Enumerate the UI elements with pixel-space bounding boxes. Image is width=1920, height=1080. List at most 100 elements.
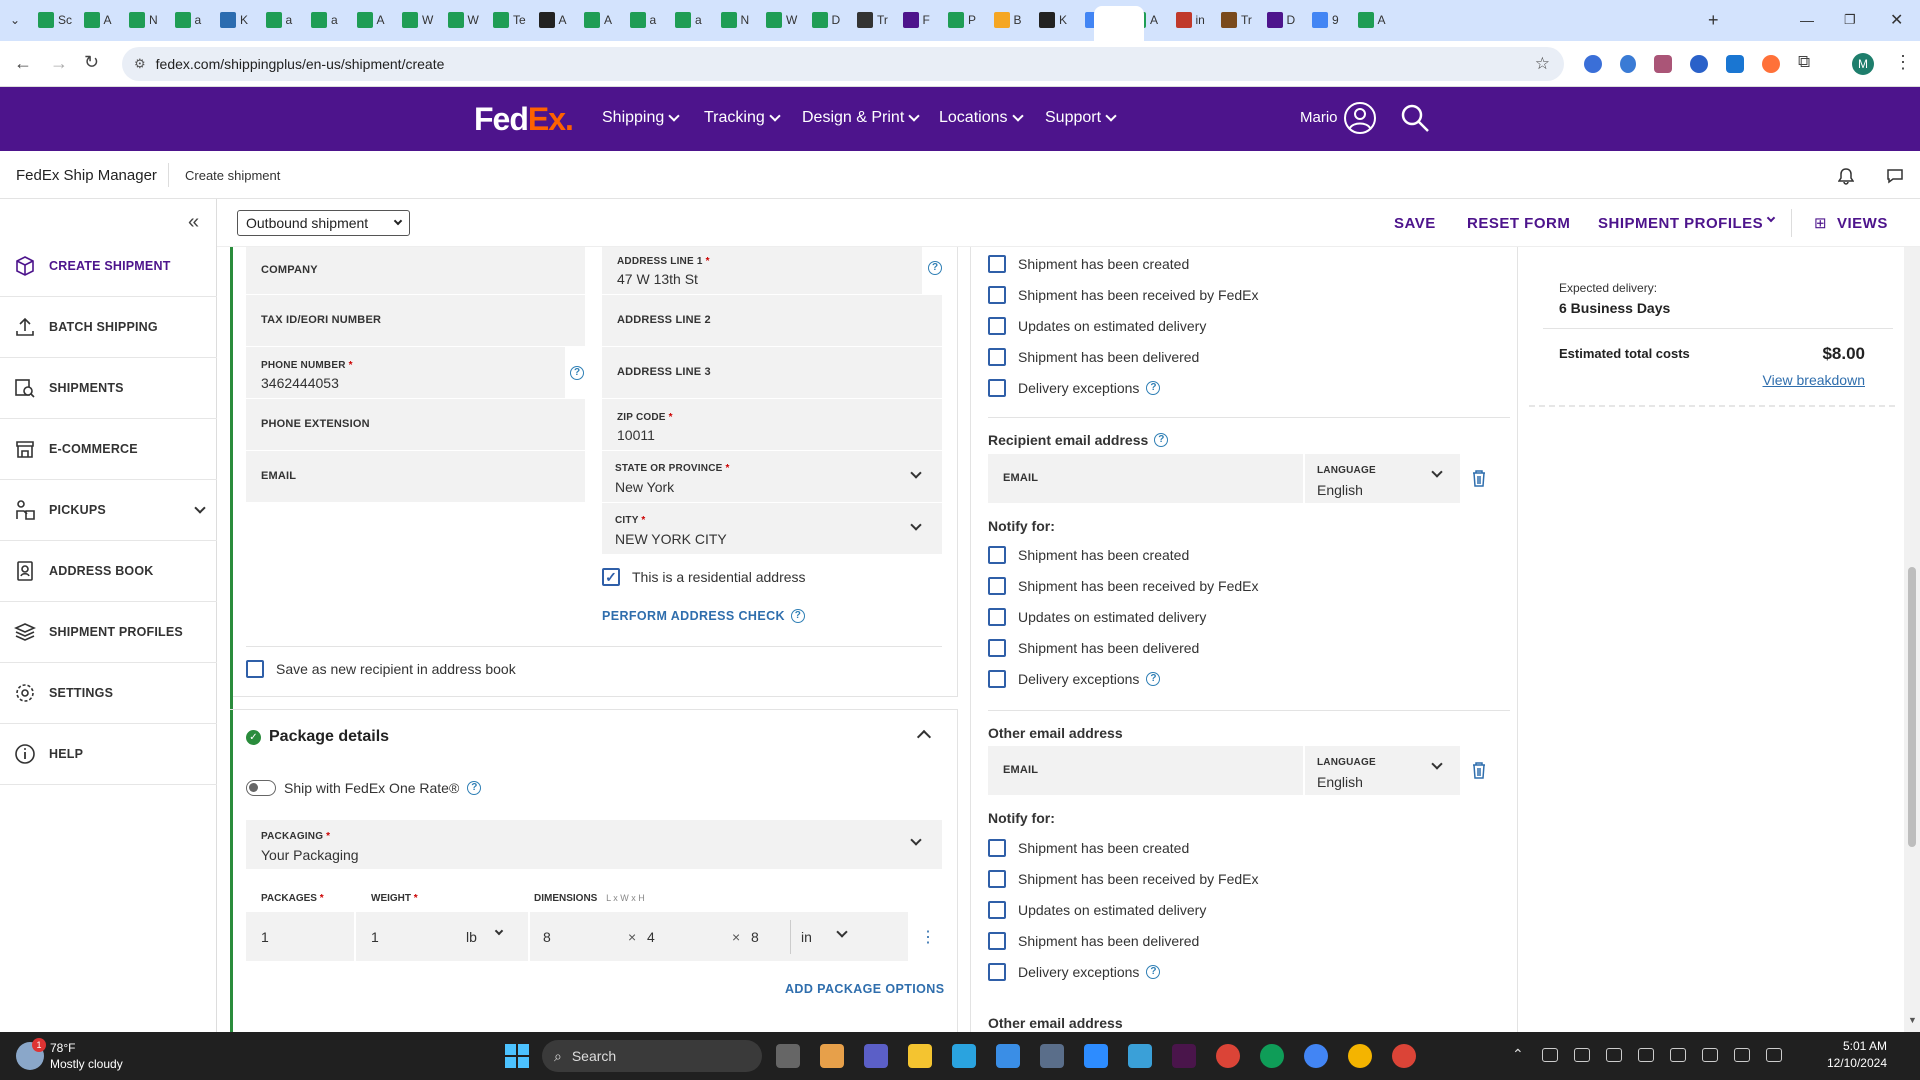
notify-checkbox-row[interactable]: Shipment has been delivered [988, 348, 1199, 366]
zoom-icon[interactable] [1084, 1044, 1108, 1068]
collapse-sidebar-icon[interactable]: « [188, 211, 199, 234]
help-icon[interactable]: ? [467, 781, 482, 795]
phone-number-field[interactable]: PHONE NUMBER * 3462444053 [246, 347, 565, 399]
notify-checkbox-row[interactable]: Updates on estimated delivery [988, 608, 1206, 626]
notify-checkbox-row[interactable]: Shipment has been created [988, 839, 1189, 857]
checkbox[interactable] [988, 839, 1006, 857]
browser-tab[interactable]: A [584, 8, 612, 32]
chat-icon[interactable] [1886, 168, 1904, 184]
browser-tab[interactable]: Tr [1221, 8, 1252, 32]
checkbox[interactable] [988, 379, 1006, 397]
calculator-icon[interactable] [1040, 1044, 1064, 1068]
battery-icon[interactable] [1766, 1048, 1782, 1062]
user-name[interactable]: Mario [1300, 109, 1338, 126]
checkbox[interactable] [988, 608, 1006, 626]
other-email-field[interactable]: EMAIL [988, 746, 1303, 796]
active-tab[interactable] [1094, 6, 1144, 41]
notify-checkbox-row[interactable]: Shipment has been delivered [988, 639, 1199, 657]
notify-checkbox-row[interactable]: Shipment has been received by FedEx [988, 577, 1258, 595]
windows-start-icon[interactable] [505, 1044, 529, 1068]
store-icon[interactable] [996, 1044, 1020, 1068]
browser-tab[interactable]: a [174, 8, 201, 32]
residential-checkbox[interactable]: ✓ This is a residential address [602, 568, 806, 586]
browser-tab[interactable]: a [311, 8, 338, 32]
browser-tab[interactable]: A [356, 8, 385, 32]
address-line-2-field[interactable]: ADDRESS LINE 2 [602, 295, 942, 347]
browser-tab[interactable]: N [720, 8, 749, 32]
checkbox[interactable] [988, 348, 1006, 366]
chrome-icon[interactable] [1392, 1044, 1416, 1068]
clock-date[interactable]: 12/10/2024 [1812, 1056, 1887, 1070]
notify-checkbox-row[interactable]: Shipment has been received by FedEx [988, 870, 1258, 888]
view-breakdown-link[interactable]: View breakdown [1763, 372, 1865, 388]
browser-tab[interactable]: Te [493, 8, 526, 32]
nav-support[interactable]: Support [1045, 109, 1117, 127]
notify-checkbox-row[interactable]: Shipment has been received by FedEx [988, 286, 1258, 304]
address-line-3-field[interactable]: ADDRESS LINE 3 [602, 347, 942, 399]
notepad-icon[interactable] [1128, 1044, 1152, 1068]
chrome-icon[interactable] [1260, 1044, 1284, 1068]
weight-unit-select[interactable]: lb [456, 912, 528, 962]
maximize-button[interactable]: ❐ [1844, 8, 1856, 32]
sidebar-item-help[interactable]: HELP [0, 724, 217, 785]
checkbox[interactable] [988, 870, 1006, 888]
delete-trash-icon[interactable] [1472, 762, 1486, 779]
checkbox[interactable] [988, 963, 1006, 981]
browser-tab[interactable]: W [766, 8, 797, 32]
notify-checkbox-row[interactable]: Shipment has been delivered [988, 932, 1199, 950]
user-account-icon[interactable] [1343, 101, 1377, 135]
browser-tab[interactable]: B [993, 8, 1022, 32]
profile-avatar[interactable]: M [1852, 53, 1874, 75]
address-line-1-field[interactable]: ADDRESS LINE 1 * 47 W 13th St [602, 247, 922, 295]
nav-design-print[interactable]: Design & Print [802, 109, 920, 127]
nvidia-icon[interactable] [1574, 1048, 1590, 1062]
recipient-language-select[interactable]: LANGUAGE English [1305, 454, 1460, 504]
packaging-select[interactable]: PACKAGING * Your Packaging [246, 820, 942, 870]
extension-icon[interactable] [1654, 55, 1672, 73]
help-icon[interactable]: ? [1146, 381, 1161, 395]
defender-icon[interactable] [1606, 1048, 1622, 1062]
checkbox[interactable] [988, 670, 1006, 688]
sync-icon[interactable] [1638, 1048, 1654, 1062]
email-field[interactable]: EMAIL [246, 451, 585, 503]
browser-tab[interactable]: F [902, 8, 930, 32]
browser-tab[interactable]: in [1175, 8, 1205, 32]
browser-tab[interactable]: D [1266, 8, 1295, 32]
bell-icon[interactable] [1838, 167, 1854, 185]
slack-icon[interactable] [1172, 1044, 1196, 1068]
save-recipient-checkbox[interactable]: Save as new recipient in address book [246, 660, 516, 678]
forward-icon[interactable]: → [50, 53, 68, 74]
notify-checkbox-row[interactable]: Delivery exceptions? [988, 379, 1161, 397]
sidebar-item-shipments[interactable]: SHIPMENTS [0, 358, 217, 419]
browser-tab[interactable]: W [447, 8, 479, 32]
extension-icon[interactable] [1620, 55, 1636, 73]
browser-tab[interactable]: a [629, 8, 656, 32]
taskbar-search[interactable]: ⌕ Search [542, 1040, 762, 1072]
browser-tab[interactable]: Tr [857, 8, 888, 32]
mic-icon[interactable] [1702, 1048, 1718, 1062]
package-details-header[interactable]: ✓ Package details [246, 728, 389, 746]
file-explorer-icon[interactable] [908, 1044, 932, 1068]
fedex-logo[interactable]: FedEx. [474, 101, 574, 138]
reset-form-button[interactable]: RESET FORM [1467, 215, 1570, 232]
notify-checkbox-row[interactable]: Updates on estimated delivery [988, 317, 1206, 335]
weight-input[interactable]: 1 [356, 912, 456, 962]
checkbox[interactable] [988, 577, 1006, 595]
sidebar-item-ecommerce[interactable]: E-COMMERCE [0, 419, 217, 480]
phone-help-icon[interactable]: ? [570, 366, 584, 380]
extension-icon[interactable] [1762, 55, 1780, 73]
help-icon[interactable]: ? [1154, 433, 1169, 447]
browser-tab[interactable]: K [1039, 8, 1067, 32]
chrome-icon[interactable] [1304, 1044, 1328, 1068]
extension-icon[interactable] [1584, 55, 1602, 73]
other-language-select[interactable]: LANGUAGE English [1305, 746, 1460, 796]
scrollbar[interactable]: ▼ [1904, 247, 1920, 1035]
browser-tab[interactable]: a [265, 8, 292, 32]
photos-icon[interactable] [820, 1044, 844, 1068]
toggle-switch[interactable] [246, 780, 276, 796]
views-button[interactable]: VIEWS [1837, 215, 1888, 232]
browser-menu-icon[interactable]: ⋮ [1894, 52, 1912, 73]
sidebar-item-settings[interactable]: SETTINGS [0, 663, 217, 724]
browser-tab[interactable]: K [220, 8, 248, 32]
new-tab-button[interactable]: + [1708, 8, 1719, 32]
